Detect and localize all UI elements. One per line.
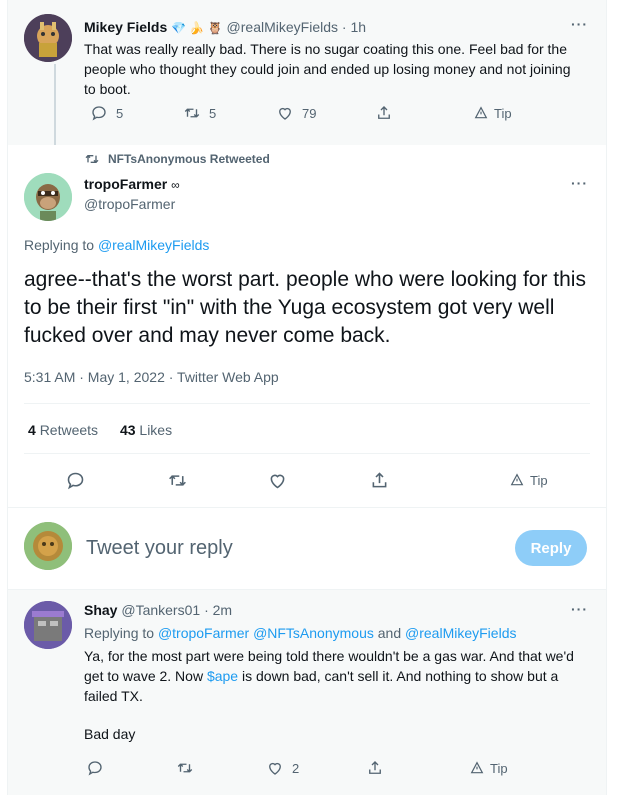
more-options-icon[interactable]: ··· [571, 601, 588, 617]
likes-label: Likes [139, 422, 173, 438]
mention-link[interactable]: @realMikeyFields [98, 237, 209, 253]
reply-icon [92, 106, 106, 121]
retweeted-by: NFTsAnonymous Retweeted [108, 152, 270, 166]
like-button[interactable]: 79 [276, 104, 316, 122]
avatar[interactable] [24, 173, 72, 221]
mention-link[interactable]: @realMikeyFields [405, 625, 516, 641]
tip-label: Tip [490, 760, 508, 776]
author-handle[interactable]: @tropoFarmer [84, 196, 175, 212]
reply-text-last: Bad day [84, 726, 136, 742]
heart-icon [270, 474, 285, 488]
name-emoji: 💎 🍌 🦉 [171, 21, 223, 35]
reply-count: 5 [116, 105, 124, 121]
heart-icon [279, 107, 291, 120]
parent-tweet[interactable]: Mikey Fields 💎 🍌 🦉 @realMikeyFields · 1h… [8, 0, 606, 145]
replying-to: Replying to @tropoFarmer @NFTsAnonymous … [84, 625, 516, 641]
author-name[interactable]: tropoFarmer [84, 176, 167, 192]
share-button[interactable] [366, 759, 384, 777]
reply-actions: 2 Tip [86, 758, 526, 778]
tip-icon [470, 761, 484, 774]
retweets-stat[interactable]: 4 Retweets [28, 422, 102, 438]
avatar[interactable] [24, 601, 72, 649]
divider [24, 453, 590, 454]
divider [8, 507, 606, 508]
retweet-icon [85, 155, 99, 163]
retweet-icon [184, 108, 200, 118]
retweet-button[interactable] [176, 759, 194, 777]
author-name[interactable]: Mikey Fields [84, 19, 167, 35]
retweet-context[interactable]: NFTsAnonymous Retweeted [84, 151, 270, 167]
name-suffix: ∞ [171, 178, 180, 192]
replying-to: Replying to @realMikeyFields [24, 237, 209, 253]
reply-icon [67, 472, 84, 489]
share-button[interactable] [375, 104, 393, 122]
share-icon [372, 471, 387, 487]
author-name[interactable]: Shay [84, 602, 117, 618]
main-tweet-text: agree--that's the worst part. people who… [24, 268, 586, 347]
replying-prefix: Replying to [84, 625, 155, 641]
avatar[interactable] [24, 522, 72, 570]
reply-submit-button[interactable]: Reply [515, 530, 587, 566]
tip-button[interactable]: Tip [469, 760, 508, 776]
reply-icon [88, 761, 102, 776]
reply-input[interactable]: Tweet your reply [86, 537, 486, 560]
author-handle[interactable]: @Tankers01 [121, 602, 200, 618]
likes-stat[interactable]: 43 Likes [120, 422, 172, 438]
reply-button[interactable]: 5 [90, 104, 123, 122]
mention-link[interactable]: @tropoFarmer [158, 625, 249, 641]
reply-tweet[interactable]: Shay @Tankers01 · 2m ··· Replying to @tr… [8, 589, 606, 795]
reply-text: Ya, for the most part were being told th… [84, 646, 584, 706]
avatar[interactable] [24, 14, 72, 62]
replying-and: and [377, 625, 402, 641]
tip-label: Tip [530, 472, 548, 488]
like-count: 2 [292, 760, 300, 776]
like-count: 79 [302, 105, 317, 121]
timeline-column: Mikey Fields 💎 🍌 🦉 @realMikeyFields · 1h… [7, 0, 607, 795]
retweet-button[interactable]: 5 [183, 104, 216, 122]
heart-icon [269, 762, 281, 775]
tweet-timestamp[interactable]: 5:31 AM · May 1, 2022 · Twitter Web App [24, 369, 279, 385]
main-tweet-actions: Tip [65, 469, 565, 491]
tweet-time[interactable]: · 2m [204, 602, 232, 618]
tweet-stats: 4 Retweets 43 Likes [28, 422, 172, 438]
retweet-count: 5 [209, 105, 217, 121]
tweet-time[interactable]: · 1h [342, 19, 366, 35]
retweet-icon [169, 474, 186, 486]
more-options-icon[interactable]: ··· [571, 175, 588, 191]
tweet-text: That was really really bad. There is no … [84, 41, 571, 97]
retweet-icon [177, 763, 193, 773]
more-options-icon[interactable]: ··· [571, 16, 588, 32]
replying-prefix: Replying to [24, 237, 95, 253]
mention-link[interactable]: @NFTsAnonymous [253, 625, 374, 641]
tip-label: Tip [494, 105, 512, 121]
tip-icon [510, 473, 524, 486]
tip-button[interactable]: Tip [473, 105, 512, 121]
cashtag-link[interactable]: $ape [207, 668, 238, 684]
like-button[interactable] [267, 470, 288, 491]
share-icon [378, 106, 390, 119]
likes-count: 43 [119, 422, 136, 438]
author-handle[interactable]: @realMikeyFields [227, 19, 338, 35]
share-icon [369, 761, 381, 774]
divider [24, 403, 590, 404]
tip-button[interactable]: Tip [509, 472, 548, 488]
retweet-button[interactable] [167, 470, 188, 491]
tip-icon [474, 106, 488, 119]
retweets-count: 4 [28, 422, 36, 438]
reply-button[interactable] [65, 470, 86, 491]
reply-button[interactable] [86, 759, 104, 777]
divider [8, 589, 606, 590]
share-button[interactable] [369, 470, 390, 491]
retweets-label: Retweets [39, 422, 99, 438]
like-button[interactable]: 2 [266, 759, 299, 777]
thread-line [54, 64, 56, 145]
